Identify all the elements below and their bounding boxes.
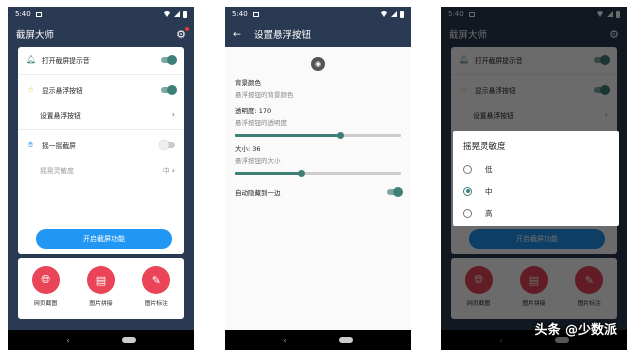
- setting-hint: 悬浮按钮的透明度: [235, 119, 287, 127]
- radio-icon: [463, 208, 472, 218]
- home-nav-icon[interactable]: [338, 337, 353, 343]
- radio-option-medium[interactable]: 中: [463, 180, 609, 202]
- setting-label: 透明度: 170: [235, 107, 272, 115]
- tool-image-stitch[interactable]: ▤ 图片拼接: [77, 266, 125, 307]
- row-label: 设置悬浮按钮: [40, 111, 81, 120]
- app-title: 截屏大师: [16, 30, 55, 41]
- autohide-toggle[interactable]: [387, 187, 403, 197]
- sensitivity-dialog: 摇晃灵敏度 低 中 高: [453, 131, 619, 226]
- page-title: 设置悬浮按钮: [253, 30, 311, 41]
- radio-icon: [463, 164, 472, 174]
- row-label: 摇一摇截屏: [42, 141, 76, 150]
- phone-screen-sensitivity-dialog: 5:40 截屏大师 ⚙ 🔔︎打开截屏提示音 ☝︎显示悬浮按钮 设置悬浮按钮 › …: [441, 7, 627, 350]
- shake-toggle[interactable]: [159, 139, 175, 150]
- badge-dot: [185, 26, 189, 31]
- phone-screen-floating-settings: 5:40 ← 设置悬浮按钮 ◉ 背景颜色 悬浮按钮的背景颜色 透明度: 170 …: [225, 7, 411, 350]
- globe-icon: 🌐︎: [31, 266, 60, 294]
- bg-color-setting[interactable]: 背景颜色 悬浮按钮的背景颜色: [235, 77, 401, 99]
- wifi-icon: [380, 11, 388, 17]
- setting-label: 大小: 36: [235, 145, 261, 153]
- option-label: 高: [485, 208, 493, 218]
- row-label: 显示悬浮按钮: [42, 86, 83, 95]
- chevron-right-icon: ›: [171, 110, 175, 119]
- signal-icon: [174, 11, 180, 17]
- sound-toggle[interactable]: [161, 54, 177, 65]
- row-label: 打开截屏提示音: [42, 56, 90, 65]
- opacity-setting: 透明度: 170 悬浮按钮的透明度: [235, 105, 401, 139]
- pencil-icon: ✎: [142, 266, 171, 294]
- row-screenshot-sound[interactable]: 🔔︎ 打开截屏提示音: [18, 47, 184, 72]
- tool-web-screenshot[interactable]: 🌐︎ 网页截图: [22, 266, 70, 307]
- row-floating-button[interactable]: ☝︎ 显示悬浮按钮: [18, 77, 184, 102]
- bell-icon: 🔔︎: [26, 55, 37, 64]
- watermark-text: 头条 @少数派: [534, 323, 617, 338]
- wifi-icon: [163, 11, 171, 17]
- size-setting: 大小: 36 悬浮按钮的大小: [235, 143, 401, 177]
- setting-hint: 悬浮按钮的背景颜色: [235, 91, 294, 99]
- row-label: 摇晃灵敏度: [40, 166, 74, 175]
- slider-thumb[interactable]: [336, 132, 344, 139]
- option-label: 中: [485, 186, 493, 196]
- tool-image-annotate[interactable]: ✎ 图片标注: [132, 266, 180, 307]
- sensitivity-value: 中: [162, 166, 170, 175]
- option-label: 低: [485, 164, 493, 174]
- settings-gear-icon[interactable]: ⚙: [176, 26, 189, 41]
- setting-hint: 悬浮按钮的大小: [235, 157, 281, 165]
- settings-card: 🔔︎ 打开截屏提示音 ☝︎ 显示悬浮按钮 设置悬浮按钮 › ✋︎ 摇一摇截屏 摇晃灵敏…: [18, 47, 184, 254]
- opacity-slider[interactable]: [235, 132, 401, 139]
- setting-label: 自动隐藏到一边: [235, 189, 281, 197]
- floating-button-preview-icon: ◉: [311, 57, 325, 71]
- tool-label: 图片拼接: [89, 301, 113, 307]
- radio-option-low[interactable]: 低: [463, 158, 609, 180]
- size-slider[interactable]: [235, 170, 401, 177]
- home-nav-icon[interactable]: [121, 337, 136, 343]
- system-nav-bar: ‹: [8, 330, 194, 350]
- shake-phone-icon: ✋︎: [28, 140, 33, 149]
- status-time: 5:40: [232, 10, 248, 18]
- chevron-right-icon: ›: [171, 165, 175, 175]
- status-bar: 5:40: [225, 7, 411, 21]
- app-bar: 截屏大师 ⚙: [8, 21, 194, 47]
- status-time: 5:40: [15, 10, 31, 18]
- status-bar: 5:40: [8, 7, 194, 21]
- slider-thumb[interactable]: [298, 170, 306, 177]
- row-shake-screenshot[interactable]: ✋︎ 摇一摇截屏: [18, 132, 184, 157]
- battery-icon: [183, 10, 187, 18]
- row-floating-settings[interactable]: 设置悬浮按钮 ›: [18, 102, 184, 127]
- dialog-title: 摇晃灵敏度: [463, 142, 506, 152]
- system-nav-bar: ‹: [225, 330, 411, 350]
- stitch-icon: ▤: [86, 266, 115, 294]
- back-arrow-icon[interactable]: ←: [233, 29, 241, 40]
- radio-selected-icon: [463, 186, 472, 196]
- tool-label: 网页截图: [34, 301, 58, 307]
- setting-label: 背景颜色: [235, 79, 261, 87]
- tools-card: 🌐︎ 网页截图 ▤ 图片拼接 ✎ 图片标注: [18, 258, 184, 319]
- back-nav-icon[interactable]: ‹: [283, 336, 286, 345]
- float-toggle[interactable]: [161, 84, 177, 95]
- row-shake-sensitivity[interactable]: 摇晃灵敏度 中 ›: [18, 157, 184, 182]
- notification-icon: [35, 11, 42, 17]
- start-screenshot-button[interactable]: 开启截屏功能: [36, 229, 172, 249]
- phone-screen-main: 5:40 截屏大师 ⚙ 🔔︎ 打开截屏提示音 ☝︎ 显示悬浮按钮 设置悬浮按钮 › …: [8, 7, 194, 350]
- autohide-setting[interactable]: 自动隐藏到一边: [235, 187, 403, 197]
- hand-pointer-icon: ☝︎: [28, 85, 33, 94]
- back-nav-icon[interactable]: ‹: [66, 336, 69, 345]
- tool-label: 图片标注: [144, 301, 168, 307]
- app-bar: ← 设置悬浮按钮: [225, 21, 411, 47]
- radio-option-high[interactable]: 高: [463, 202, 609, 224]
- signal-icon: [391, 11, 397, 17]
- battery-icon: [400, 10, 404, 18]
- notification-icon: [252, 11, 259, 17]
